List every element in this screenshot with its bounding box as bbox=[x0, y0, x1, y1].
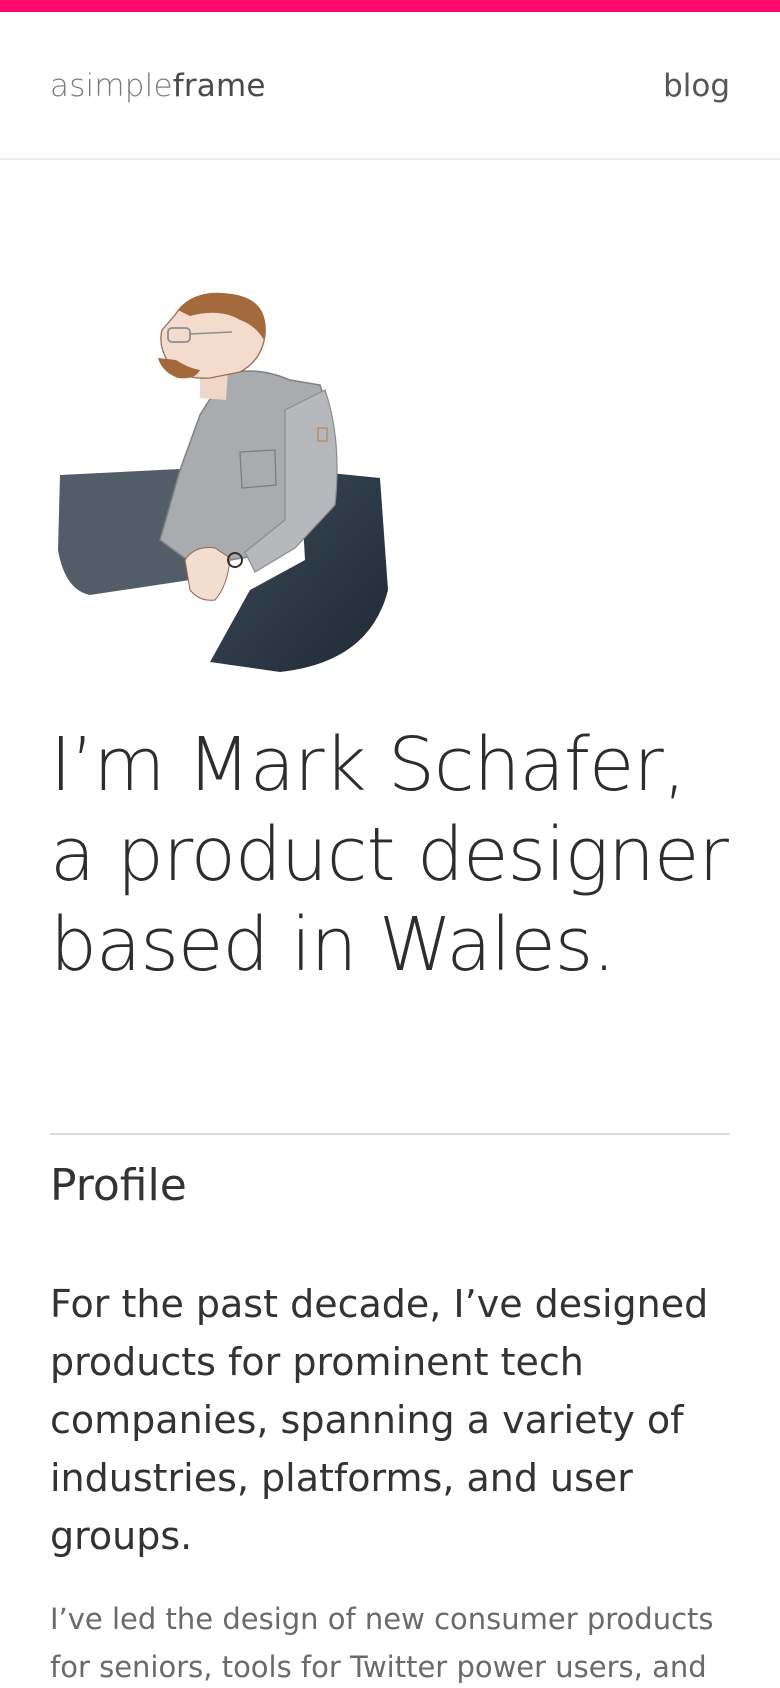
logo-bold-text: frame bbox=[172, 68, 266, 104]
site-logo[interactable]: asimpleframe bbox=[50, 68, 266, 104]
profile-lead-paragraph: For the past decade, I’ve designed produ… bbox=[50, 1282, 709, 1558]
hero-line-2: a product designer bbox=[50, 812, 729, 898]
hero-line-3: based in Wales. bbox=[50, 902, 616, 988]
hero-heading: I’m Mark Schafer, a product designer bas… bbox=[50, 720, 740, 990]
portrait-illustration bbox=[58, 292, 388, 672]
site-header: asimpleframe blog bbox=[0, 12, 780, 160]
profile-body-paragraph: I’ve led the design of new consumer prod… bbox=[50, 1602, 714, 1684]
logo-light-text: asimple bbox=[50, 68, 173, 104]
profile-heading: Profile bbox=[50, 1160, 187, 1211]
hero-line-1: I’m Mark Schafer, bbox=[50, 722, 686, 808]
accent-top-bar bbox=[0, 0, 780, 12]
section-divider bbox=[50, 1133, 730, 1135]
nav-blog-link[interactable]: blog bbox=[663, 68, 730, 104]
